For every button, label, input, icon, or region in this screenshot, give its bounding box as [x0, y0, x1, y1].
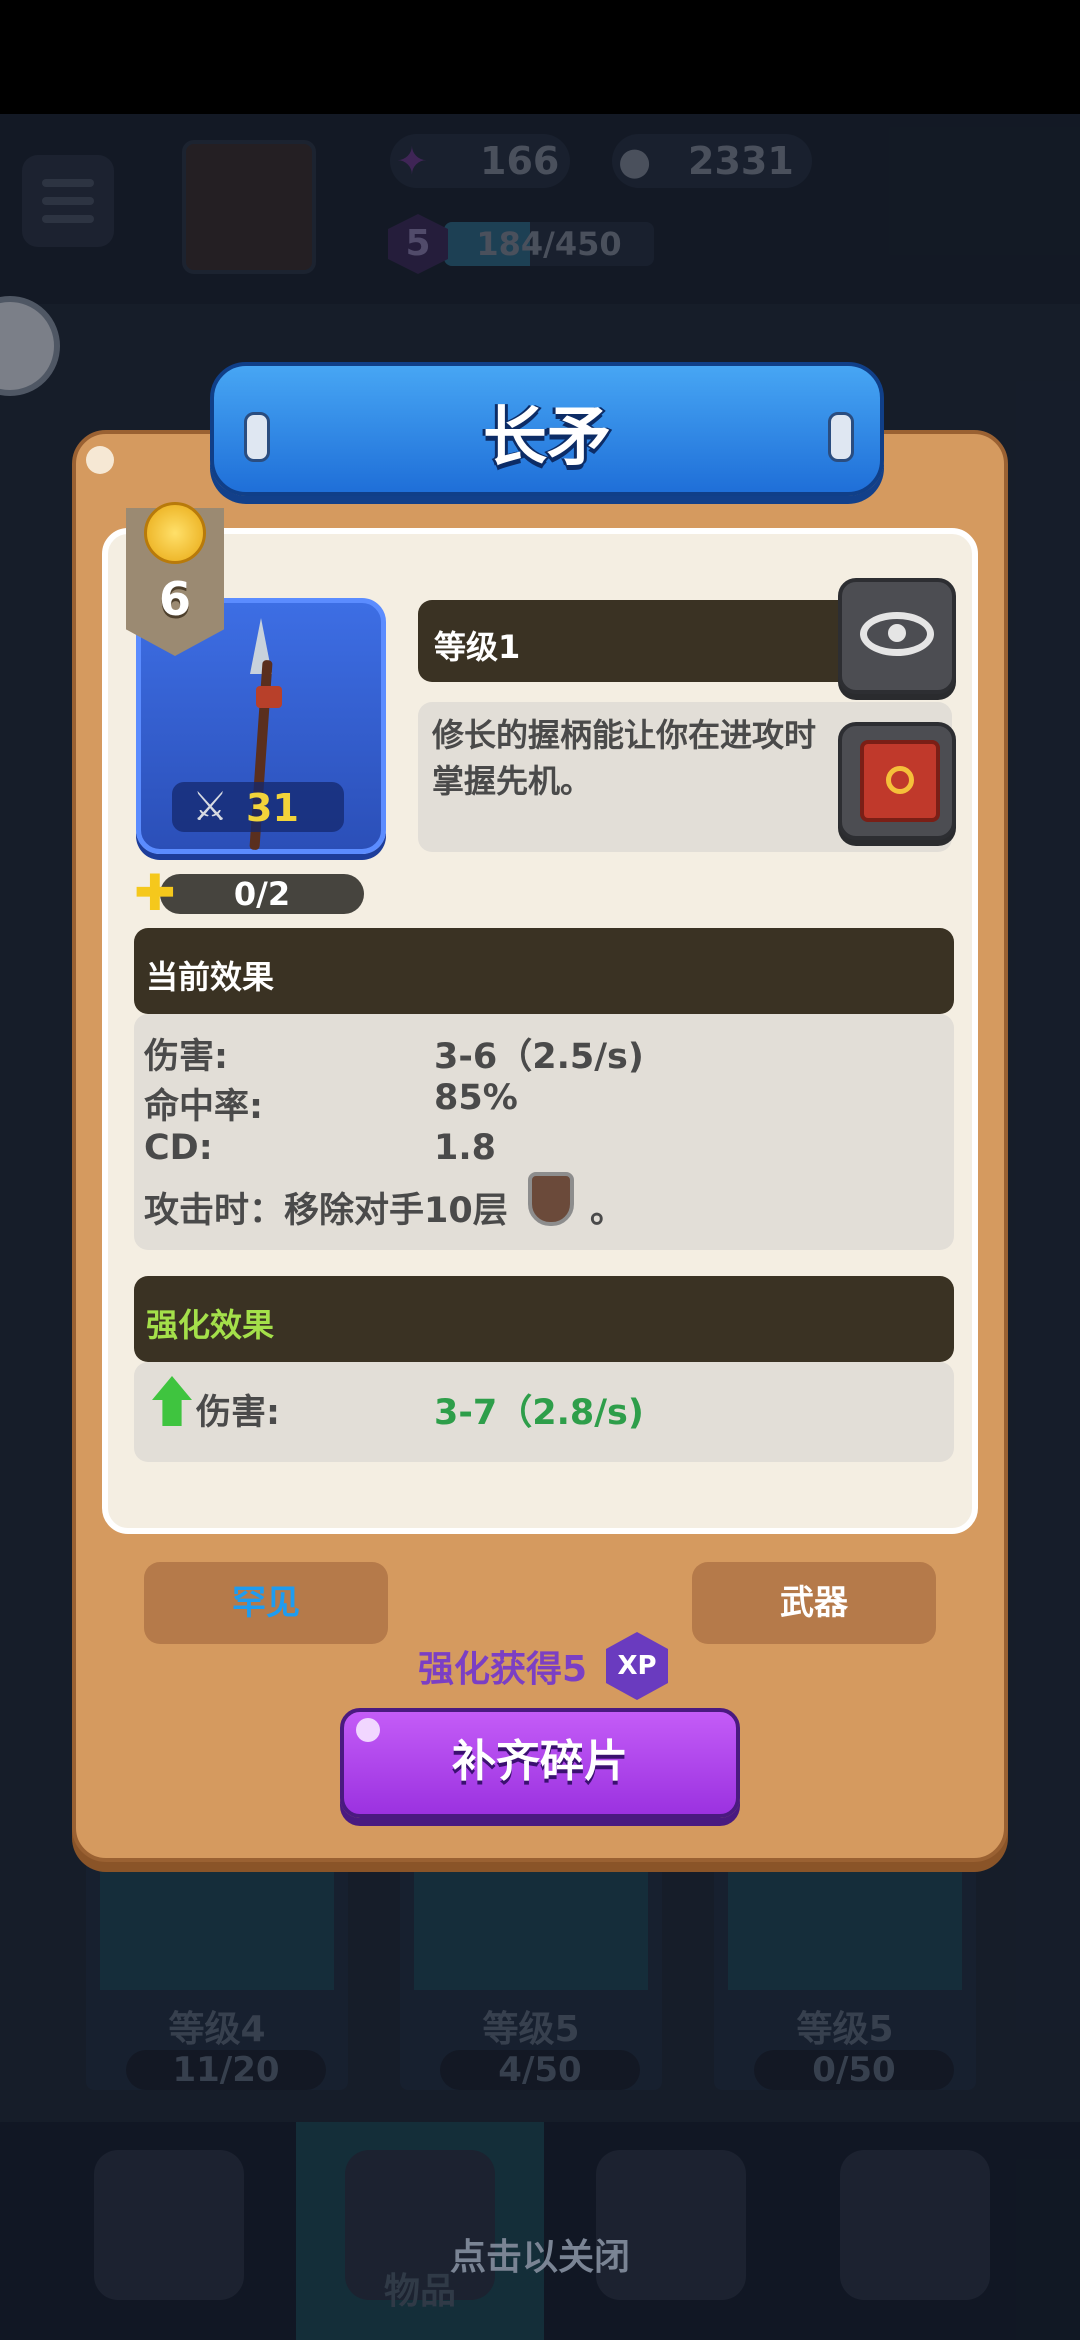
crossed-swords-icon: ⚔ — [192, 784, 228, 830]
item-title: 长矛 — [483, 401, 611, 475]
item-description: 修长的握柄能让你在进攻时掌握先机。 — [432, 716, 817, 800]
shield-icon — [528, 1172, 574, 1226]
xp-reward-text: 强化获得5 — [418, 1649, 588, 1690]
button-gloss — [356, 1718, 380, 1742]
type-tag: 武器 — [692, 1562, 936, 1644]
upgrade-effects-title: 强化效果 — [146, 1306, 275, 1344]
puzzle-icon: ✚ — [134, 864, 176, 922]
upgrade-stat-value: 3-7（2.8/s) — [434, 1393, 644, 1433]
fragment-progress: 0/2 — [160, 874, 364, 914]
upgrade-stat-label: 伤害: — [196, 1393, 280, 1433]
rarity-tag: 罕见 — [144, 1562, 388, 1644]
spear-wrap — [256, 686, 282, 708]
stat-value-cd: 1.8 — [434, 1128, 497, 1168]
panel-gloss — [86, 446, 114, 474]
book-icon[interactable] — [838, 722, 956, 840]
stat-label-damage: 伤害: — [144, 1037, 228, 1077]
rarity-value: 6 — [158, 572, 191, 626]
stat-value-damage: 3-6（2.5/s) — [434, 1037, 644, 1077]
eye-icon[interactable] — [838, 578, 956, 694]
stat-value-hit-rate: 85% — [434, 1078, 518, 1118]
item-level-label: 等级1 — [434, 628, 521, 666]
tap-to-close-hint: 点击以关闭 — [449, 2237, 630, 2278]
on-attack-suffix: 。 — [590, 1191, 626, 1231]
power-value: 31 — [246, 786, 299, 830]
current-effects-title: 当前效果 — [146, 958, 275, 996]
coin-icon — [144, 502, 206, 564]
on-attack-effect: 攻击时：移除对手10层 — [144, 1191, 508, 1231]
fill-fragments-button[interactable]: 补齐碎片 — [340, 1708, 740, 1818]
stat-label-cd: CD: — [144, 1128, 213, 1168]
stat-label-hit-rate: 命中率: — [144, 1087, 263, 1127]
